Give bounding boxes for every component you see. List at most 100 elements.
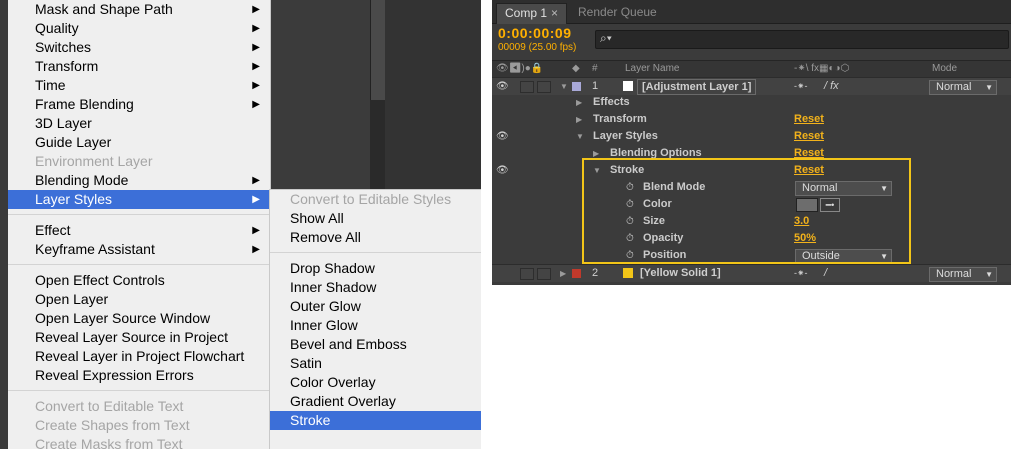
- menu-item-drop-shadow[interactable]: Drop Shadow: [270, 259, 481, 278]
- solo-toggle[interactable]: [520, 81, 534, 93]
- submenu-arrow-icon: ▶: [252, 42, 260, 53]
- menu-item-label: Convert to Editable Styles: [290, 191, 452, 207]
- fx-switch-icon[interactable]: / fx: [824, 78, 839, 95]
- background-panel: [385, 0, 481, 190]
- menu-separator: [8, 214, 270, 215]
- menu-item-stroke[interactable]: Stroke: [270, 411, 481, 430]
- layer-name-column-header[interactable]: Layer Name: [625, 63, 679, 74]
- menu-item-convert-to-editable-text: Convert to Editable Text: [8, 397, 270, 416]
- reset-link[interactable]: Reset: [794, 128, 824, 145]
- menu-item-quality[interactable]: Quality ▶: [8, 19, 270, 38]
- frame-count: 00009 (25.00 fps): [498, 42, 577, 53]
- menu-separator: [8, 390, 270, 391]
- background-scrollbar: [370, 0, 385, 100]
- search-input[interactable]: ⌕▾: [595, 30, 1009, 49]
- menu-item-frame-blending[interactable]: Frame Blending ▶: [8, 95, 270, 114]
- eye-icon[interactable]: 👁: [496, 78, 509, 95]
- menu-item-reveal-layer-in-project-flowchart[interactable]: Reveal Layer in Project Flowchart: [8, 347, 270, 366]
- menu-item-label: Keyframe Assistant: [35, 241, 155, 257]
- layer-name[interactable]: [Yellow Solid 1]: [640, 265, 721, 282]
- menu-item-bevel-and-emboss[interactable]: Bevel and Emboss: [270, 335, 481, 354]
- property-label: Layer Styles: [593, 130, 658, 142]
- time-display[interactable]: 0:00:00:09 00009 (25.00 fps): [498, 25, 598, 53]
- submenu-arrow-icon: ▶: [252, 194, 260, 205]
- menu-item-outer-glow[interactable]: Outer Glow: [270, 297, 481, 316]
- property-effects[interactable]: ▶ Effects: [492, 94, 1011, 111]
- layer-row-2[interactable]: ▶ 2 [Yellow Solid 1] -⁕- / Normal ▼: [492, 264, 1011, 282]
- menu-item-show-all[interactable]: Show All: [270, 209, 481, 228]
- menu-item-label: Open Effect Controls: [35, 272, 165, 288]
- menu-item-reveal-expression-errors[interactable]: Reveal Expression Errors: [8, 366, 270, 385]
- menu-item-label: Reveal Layer Source in Project: [35, 329, 228, 345]
- mode-dropdown[interactable]: Normal ▼: [929, 267, 997, 282]
- tab-comp-1[interactable]: Comp 1 ×: [496, 3, 568, 24]
- tab-render-queue[interactable]: Render Queue: [570, 3, 665, 23]
- mode-column-header[interactable]: Mode: [932, 63, 957, 74]
- fx-switch-icon[interactable]: /: [824, 265, 827, 282]
- menu-item-reveal-layer-source-in-project[interactable]: Reveal Layer Source in Project: [8, 328, 270, 347]
- menu-item-open-effect-controls[interactable]: Open Effect Controls: [8, 271, 270, 290]
- menu-item-open-layer[interactable]: Open Layer: [8, 290, 270, 309]
- eye-icon[interactable]: 👁: [496, 162, 509, 179]
- menu-item-label: Create Masks from Text: [35, 436, 183, 449]
- column-header: 👁◀)●🔒 ◆ # Layer Name -⁕\ fx▦◐◑⬡ Mode: [492, 60, 1011, 78]
- lock-toggle[interactable]: [537, 268, 551, 280]
- menu-item-open-layer-source-window[interactable]: Open Layer Source Window: [8, 309, 270, 328]
- label-color-swatch[interactable]: [572, 82, 581, 91]
- menu-item-time[interactable]: Time ▶: [8, 76, 270, 95]
- menu-item-effect[interactable]: Effect ▶: [8, 221, 270, 240]
- av-switches-icon: 👁◀)●🔒: [496, 63, 544, 74]
- mode-dropdown[interactable]: Normal ▼: [929, 80, 997, 95]
- background-panel: [270, 0, 370, 190]
- menu-item-label: Reveal Layer in Project Flowchart: [35, 348, 245, 364]
- current-timecode[interactable]: 0:00:00:09: [498, 25, 598, 41]
- menu-item-label: Stroke: [290, 412, 331, 428]
- menu-item-gradient-overlay[interactable]: Gradient Overlay: [270, 392, 481, 411]
- label-color-swatch[interactable]: [572, 269, 581, 278]
- menu-item-label: Convert to Editable Text: [35, 398, 184, 414]
- close-icon[interactable]: ×: [551, 6, 558, 20]
- eye-icon[interactable]: 👁: [496, 128, 509, 145]
- menu-item-transform[interactable]: Transform ▶: [8, 57, 270, 76]
- menu-item-guide-layer[interactable]: Guide Layer: [8, 133, 270, 152]
- menu-item-label: Environment Layer: [35, 153, 153, 169]
- menu-item-keyframe-assistant[interactable]: Keyframe Assistant ▶: [8, 240, 270, 259]
- menu-item-remove-all[interactable]: Remove All: [270, 228, 481, 247]
- menu-item-mask-and-shape-path[interactable]: Mask and Shape Path ▶: [8, 0, 270, 19]
- reset-link[interactable]: Reset: [794, 111, 824, 128]
- menu-item-label: Blending Mode: [35, 172, 129, 188]
- background-edge: [0, 0, 8, 449]
- menu-item-label: Open Layer Source Window: [35, 310, 211, 326]
- menu-item-blending-mode[interactable]: Blending Mode ▶: [8, 171, 270, 190]
- layer-row-1[interactable]: 👁 ▼ 1 [Adjustment Layer 1] -⁕- / fx Norm…: [492, 77, 1011, 95]
- layer-name[interactable]: [Adjustment Layer 1]: [637, 79, 757, 95]
- menu-item-switches[interactable]: Switches ▶: [8, 38, 270, 57]
- property-transform[interactable]: ▶ Transform Reset: [492, 111, 1011, 128]
- expand-triangle-icon[interactable]: ▶: [560, 265, 566, 282]
- menu-item-3d-layer[interactable]: 3D Layer: [8, 114, 270, 133]
- menu-item-satin[interactable]: Satin: [270, 354, 481, 373]
- mode-value: Normal: [936, 81, 972, 93]
- menu-item-inner-shadow[interactable]: Inner Shadow: [270, 278, 481, 297]
- menu-item-color-overlay[interactable]: Color Overlay: [270, 373, 481, 392]
- menu-item-layer-styles[interactable]: Layer Styles ▶: [8, 190, 270, 209]
- search-icon[interactable]: ⌕▾: [600, 31, 612, 46]
- expand-triangle-icon[interactable]: ▶: [576, 94, 582, 111]
- layer-context-menu: Mask and Shape Path ▶ Quality ▶ Switches ▶ Tra…: [8, 0, 271, 449]
- expand-triangle-icon[interactable]: ▼: [560, 78, 568, 95]
- menu-item-label: Quality: [35, 20, 79, 36]
- expand-triangle-icon[interactable]: ▶: [576, 111, 582, 128]
- mode-value: Normal: [936, 268, 972, 280]
- submenu-arrow-icon: ▶: [252, 225, 260, 236]
- pickwhip-icon[interactable]: -⁕-: [794, 78, 808, 95]
- lock-toggle[interactable]: [537, 81, 551, 93]
- switches-column-header: -⁕\ fx▦◐◑⬡: [794, 63, 850, 74]
- property-layer-styles[interactable]: 👁 ▼ Layer Styles Reset: [492, 128, 1011, 145]
- menu-item-label: Transform: [35, 58, 99, 74]
- menu-item-inner-glow[interactable]: Inner Glow: [270, 316, 481, 335]
- solo-toggle[interactable]: [520, 268, 534, 280]
- collapse-triangle-icon[interactable]: ▼: [576, 128, 584, 145]
- pickwhip-icon[interactable]: -⁕-: [794, 265, 808, 282]
- stroke-highlight-box: [582, 158, 911, 264]
- menu-item-label: Inner Glow: [290, 317, 358, 333]
